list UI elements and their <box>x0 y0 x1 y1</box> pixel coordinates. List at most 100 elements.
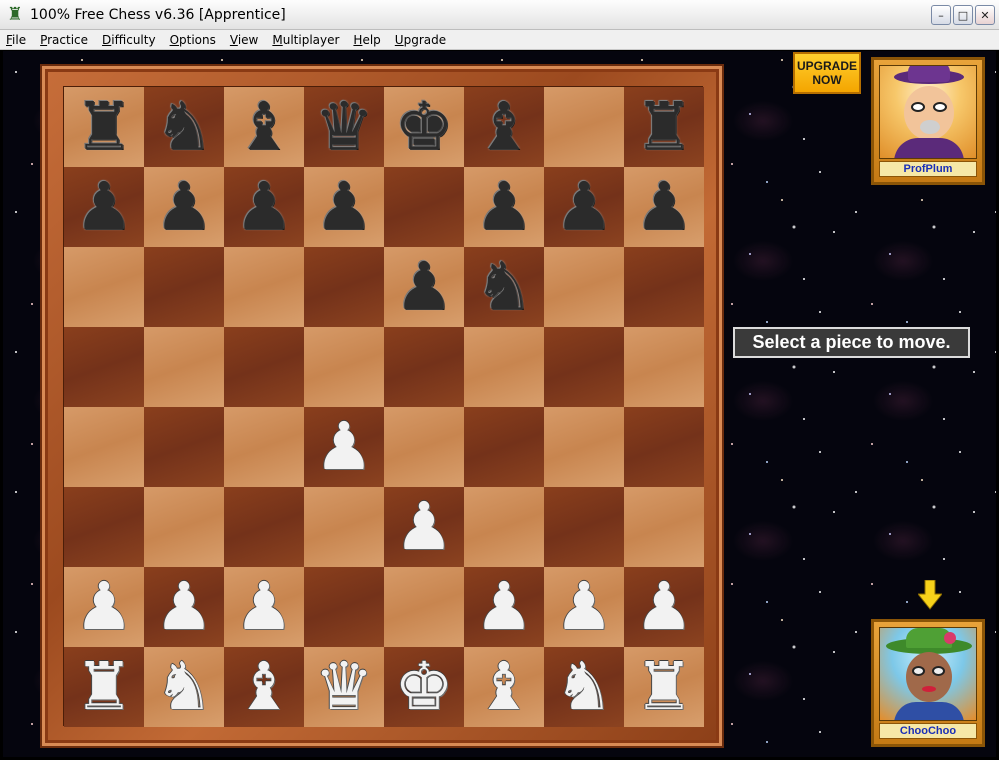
square-h6[interactable] <box>624 247 704 327</box>
square-d2[interactable] <box>304 567 384 647</box>
white-knight-icon[interactable]: ♞ <box>154 654 213 720</box>
white-pawn-icon[interactable]: ♟ <box>394 494 453 560</box>
black-rook-icon[interactable]: ♜ <box>634 94 693 160</box>
square-a3[interactable] <box>64 487 144 567</box>
black-pawn-icon[interactable]: ♟ <box>554 174 613 240</box>
square-b7[interactable]: ♟ <box>144 167 224 247</box>
square-d5[interactable] <box>304 327 384 407</box>
square-d3[interactable] <box>304 487 384 567</box>
square-e3[interactable]: ♟ <box>384 487 464 567</box>
black-bishop-icon[interactable]: ♝ <box>474 94 533 160</box>
white-pawn-icon[interactable]: ♟ <box>474 574 533 640</box>
square-g5[interactable] <box>544 327 624 407</box>
square-f2[interactable]: ♟ <box>464 567 544 647</box>
black-knight-icon[interactable]: ♞ <box>474 254 533 320</box>
square-c5[interactable] <box>224 327 304 407</box>
white-pawn-icon[interactable]: ♟ <box>554 574 613 640</box>
white-pawn-icon[interactable]: ♟ <box>154 574 213 640</box>
white-rook-icon[interactable]: ♜ <box>74 654 133 720</box>
black-pawn-icon[interactable]: ♟ <box>234 174 293 240</box>
white-pawn-icon[interactable]: ♟ <box>234 574 293 640</box>
white-pawn-icon[interactable]: ♟ <box>634 574 693 640</box>
square-b6[interactable] <box>144 247 224 327</box>
white-queen-icon[interactable]: ♛ <box>314 654 373 720</box>
menu-help[interactable]: Help <box>351 32 382 48</box>
square-c8[interactable]: ♝ <box>224 87 304 167</box>
square-a5[interactable] <box>64 327 144 407</box>
close-button[interactable]: ✕ <box>975 5 995 25</box>
square-d7[interactable]: ♟ <box>304 167 384 247</box>
square-a8[interactable]: ♜ <box>64 87 144 167</box>
black-pawn-icon[interactable]: ♟ <box>154 174 213 240</box>
square-b4[interactable] <box>144 407 224 487</box>
square-h5[interactable] <box>624 327 704 407</box>
square-a2[interactable]: ♟ <box>64 567 144 647</box>
square-b3[interactable] <box>144 487 224 567</box>
menu-options[interactable]: Options <box>168 32 218 48</box>
square-b2[interactable]: ♟ <box>144 567 224 647</box>
menu-upgrade[interactable]: Upgrade <box>393 32 448 48</box>
white-pawn-icon[interactable]: ♟ <box>314 414 373 480</box>
square-h3[interactable] <box>624 487 704 567</box>
square-a4[interactable] <box>64 407 144 487</box>
white-bishop-icon[interactable]: ♝ <box>474 654 533 720</box>
square-c1[interactable]: ♝ <box>224 647 304 727</box>
square-a7[interactable]: ♟ <box>64 167 144 247</box>
white-king-icon[interactable]: ♚ <box>394 654 453 720</box>
menu-difficulty[interactable]: Difficulty <box>100 32 158 48</box>
black-pawn-icon[interactable]: ♟ <box>74 174 133 240</box>
black-pawn-icon[interactable]: ♟ <box>314 174 373 240</box>
white-rook-icon[interactable]: ♜ <box>634 654 693 720</box>
square-e2[interactable] <box>384 567 464 647</box>
menu-multiplayer[interactable]: Multiplayer <box>270 32 341 48</box>
square-h8[interactable]: ♜ <box>624 87 704 167</box>
square-d8[interactable]: ♛ <box>304 87 384 167</box>
menu-practice[interactable]: Practice <box>38 32 90 48</box>
square-g4[interactable] <box>544 407 624 487</box>
square-f4[interactable] <box>464 407 544 487</box>
black-knight-icon[interactable]: ♞ <box>154 94 213 160</box>
square-c2[interactable]: ♟ <box>224 567 304 647</box>
black-rook-icon[interactable]: ♜ <box>74 94 133 160</box>
square-d6[interactable] <box>304 247 384 327</box>
square-f6[interactable]: ♞ <box>464 247 544 327</box>
black-queen-icon[interactable]: ♛ <box>314 94 373 160</box>
square-g6[interactable] <box>544 247 624 327</box>
square-b5[interactable] <box>144 327 224 407</box>
square-h1[interactable]: ♜ <box>624 647 704 727</box>
square-c3[interactable] <box>224 487 304 567</box>
maximize-button[interactable]: □ <box>953 5 973 25</box>
square-c6[interactable] <box>224 247 304 327</box>
white-pawn-icon[interactable]: ♟ <box>74 574 133 640</box>
black-pawn-icon[interactable]: ♟ <box>394 254 453 320</box>
square-f8[interactable]: ♝ <box>464 87 544 167</box>
square-g8[interactable] <box>544 87 624 167</box>
square-e4[interactable] <box>384 407 464 487</box>
white-bishop-icon[interactable]: ♝ <box>234 654 293 720</box>
square-h2[interactable]: ♟ <box>624 567 704 647</box>
square-e5[interactable] <box>384 327 464 407</box>
square-c7[interactable]: ♟ <box>224 167 304 247</box>
upgrade-now-button[interactable]: UPGRADE NOW <box>793 52 861 94</box>
menu-view[interactable]: View <box>228 32 260 48</box>
black-bishop-icon[interactable]: ♝ <box>234 94 293 160</box>
square-b1[interactable]: ♞ <box>144 647 224 727</box>
square-g1[interactable]: ♞ <box>544 647 624 727</box>
white-knight-icon[interactable]: ♞ <box>554 654 613 720</box>
opponent-portrait[interactable]: ProfPlum <box>871 57 985 185</box>
square-e7[interactable] <box>384 167 464 247</box>
player-portrait[interactable]: ChooChoo <box>871 619 985 747</box>
square-b8[interactable]: ♞ <box>144 87 224 167</box>
square-e8[interactable]: ♚ <box>384 87 464 167</box>
square-a6[interactable] <box>64 247 144 327</box>
square-h7[interactable]: ♟ <box>624 167 704 247</box>
square-f1[interactable]: ♝ <box>464 647 544 727</box>
square-d1[interactable]: ♛ <box>304 647 384 727</box>
square-h4[interactable] <box>624 407 704 487</box>
square-f3[interactable] <box>464 487 544 567</box>
square-e6[interactable]: ♟ <box>384 247 464 327</box>
menu-file[interactable]: File <box>4 32 28 48</box>
square-a1[interactable]: ♜ <box>64 647 144 727</box>
square-d4[interactable]: ♟ <box>304 407 384 487</box>
square-g2[interactable]: ♟ <box>544 567 624 647</box>
